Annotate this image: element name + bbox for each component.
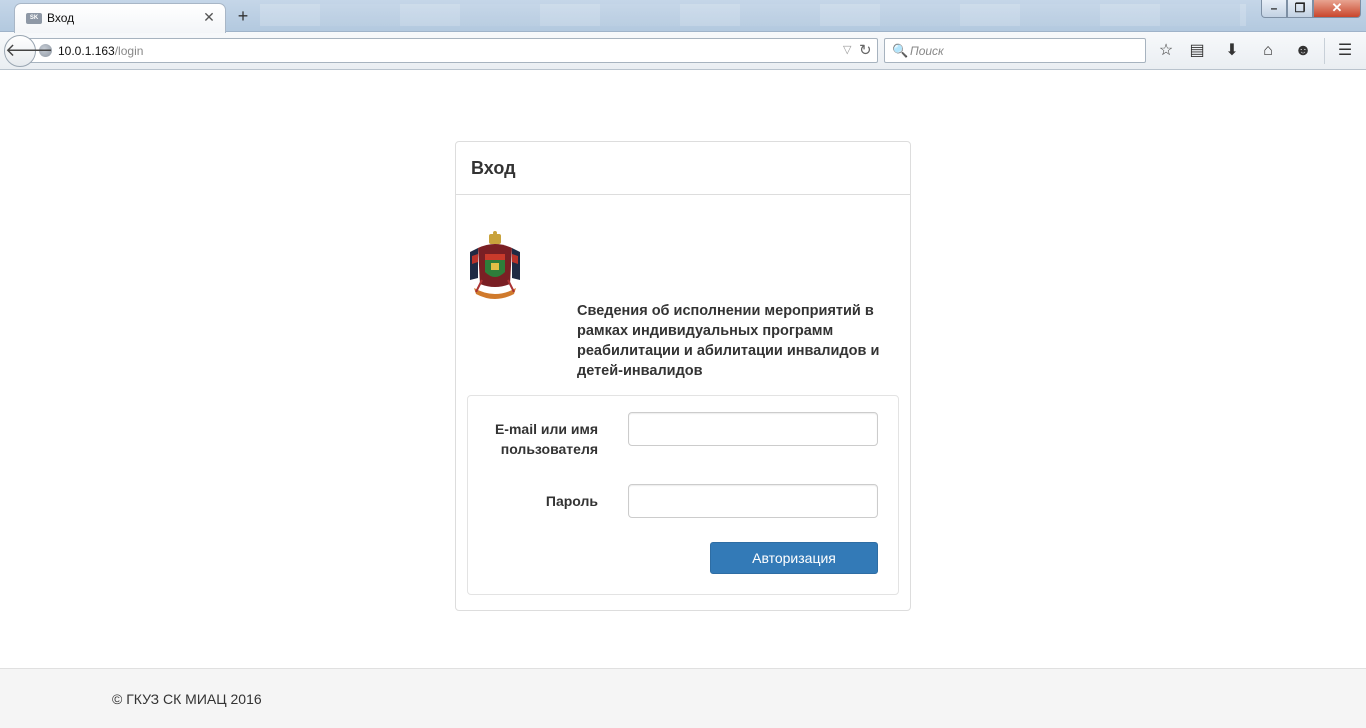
home-icon[interactable]: ⌂ xyxy=(1257,40,1279,62)
service-description: Сведения об исполнении мероприятий в рам… xyxy=(577,303,880,379)
back-button[interactable]: 🡐 xyxy=(4,35,53,67)
search-bar[interactable]: 🔍 Поиск xyxy=(884,38,1146,63)
window-close-icon: ✕ xyxy=(1331,0,1343,15)
toolbar-separator xyxy=(1324,38,1325,64)
tab-close-icon[interactable]: ✕ xyxy=(202,9,216,25)
login-input[interactable] xyxy=(628,412,878,446)
menu-icon[interactable]: ☰ xyxy=(1334,40,1356,62)
password-label: Пароль xyxy=(545,493,598,509)
new-tab-button[interactable]: + xyxy=(232,5,254,27)
tab-title: Вход xyxy=(47,11,75,25)
login-panel: Вход Сведения об исполнении мероприятий … xyxy=(455,141,911,611)
url-host: 10.0.1.163 xyxy=(58,44,115,58)
browser-tab-active[interactable]: SK Вход ✕ xyxy=(14,3,226,33)
url-text[interactable]: 10.0.1.163/login xyxy=(58,44,143,58)
password-input[interactable] xyxy=(628,484,878,518)
login-label: E-mail или имя пользователя xyxy=(494,421,598,457)
reload-icon[interactable]: ↻ xyxy=(859,41,872,59)
page-title: Вход xyxy=(471,158,516,178)
page-footer: © ГКУЗ СК МИАЦ 2016 xyxy=(0,668,1366,728)
chat-icon[interactable]: ☻ xyxy=(1292,40,1314,62)
browser-navbar: 10.0.1.163/login ▽ ↻ 🡐 🔍 Поиск ☆ ▤ ⬇ ⌂ ☻… xyxy=(0,32,1366,70)
window-maximize-button[interactable]: ❐ xyxy=(1287,0,1313,18)
tab-favicon-icon: SK xyxy=(26,13,42,24)
minimize-icon: – xyxy=(1270,1,1278,15)
search-placeholder: Поиск xyxy=(910,44,944,58)
url-path: /login xyxy=(114,44,144,58)
maximize-icon: ❐ xyxy=(1294,1,1306,15)
bookmark-star-icon[interactable]: ☆ xyxy=(1155,40,1177,62)
login-panel-heading: Вход xyxy=(456,142,910,195)
footer-copyright: © ГКУЗ СК МИАЦ 2016 xyxy=(112,691,262,707)
search-icon: 🔍 xyxy=(892,43,909,58)
login-submit-button[interactable]: Авторизация xyxy=(710,542,878,574)
window-close-button[interactable]: ✕ xyxy=(1313,0,1361,18)
download-icon[interactable]: ⬇ xyxy=(1221,40,1243,62)
url-history-dropdown-icon[interactable]: ▽ xyxy=(843,43,851,56)
login-form: E-mail или имя пользователя Пароль Автор… xyxy=(467,395,899,595)
reading-list-icon[interactable]: ▤ xyxy=(1186,40,1208,62)
browser-titlebar: SK Вход ✕ + – ❐ ✕ xyxy=(0,0,1366,33)
window-minimize-button[interactable]: – xyxy=(1261,0,1287,18)
url-bar[interactable]: 10.0.1.163/login ▽ ↻ xyxy=(24,38,878,63)
coat-of-arms-icon xyxy=(470,231,520,299)
back-arrow-icon: 🡐 xyxy=(5,40,54,60)
